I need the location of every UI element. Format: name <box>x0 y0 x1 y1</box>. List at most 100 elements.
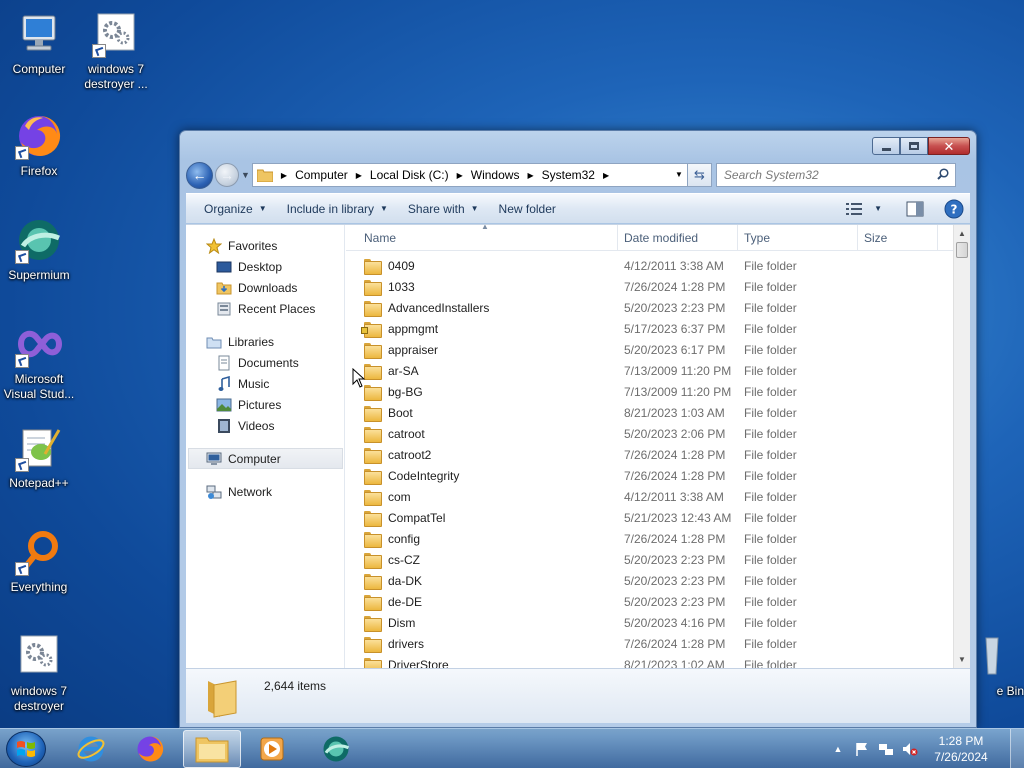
desktop-icon-everything[interactable]: Everything <box>1 528 77 595</box>
start-button[interactable] <box>6 731 46 767</box>
show-hidden-icons-icon[interactable]: ▲ <box>830 741 846 757</box>
nav-computer[interactable]: Computer <box>188 448 343 469</box>
refresh-button[interactable]: ⇆ <box>687 163 712 187</box>
change-view-button[interactable]: ▼ <box>846 202 882 216</box>
new-folder-button[interactable]: New folder <box>489 194 566 223</box>
desktop-icon-visual-studio[interactable]: Microsoft Visual Stud... <box>1 320 77 402</box>
file-row[interactable]: bg-BG 7/13/2009 11:20 PM File folder <box>346 381 953 402</box>
breadcrumb-separator-icon[interactable]: ▶ <box>457 171 463 180</box>
file-row[interactable]: de-DE 5/20/2023 2:23 PM File folder <box>346 591 953 612</box>
search-input[interactable] <box>716 164 927 186</box>
desktop-icon-windows7-destroyer-shortcut[interactable]: windows 7 destroyer ... <box>78 10 154 92</box>
file-row[interactable]: cs-CZ 5/20/2023 2:23 PM File folder <box>346 549 953 570</box>
address-history-dropdown-icon[interactable]: ▼ <box>675 170 683 179</box>
taskbar-media-player[interactable] <box>243 730 301 768</box>
scroll-up-arrow-icon[interactable]: ▲ <box>954 225 970 242</box>
back-button[interactable]: ← <box>186 161 213 189</box>
explorer-window[interactable]: ✕ ← → ▼ ▶ Computer ▶ Local Disk (C:) ▶ W… <box>179 130 977 728</box>
view-dropdown-icon[interactable]: ▼ <box>874 204 882 213</box>
file-row[interactable]: Boot 8/21/2023 1:03 AM File folder <box>346 402 953 423</box>
nav-desktop[interactable]: Desktop <box>186 256 344 277</box>
nav-libraries[interactable]: Libraries <box>186 331 344 352</box>
file-row[interactable]: CompatTel 5/21/2023 12:43 AM File folder <box>346 507 953 528</box>
forward-button[interactable]: → <box>215 163 239 187</box>
action-center-flag-icon[interactable] <box>854 741 870 757</box>
close-button[interactable]: ✕ <box>928 137 970 155</box>
show-desktop-button[interactable] <box>1010 729 1024 768</box>
desktop-icon <box>216 261 232 272</box>
file-name: config <box>388 531 421 546</box>
file-row[interactable]: Dism 5/20/2023 4:16 PM File folder <box>346 612 953 633</box>
file-row[interactable]: com 4/12/2011 3:38 AM File folder <box>346 486 953 507</box>
shortcut-arrow-icon <box>92 44 106 58</box>
file-date-modified: 5/20/2023 2:23 PM <box>624 594 726 609</box>
vertical-scrollbar[interactable]: ▲ ▼ <box>953 225 970 668</box>
file-row[interactable]: da-DK 5/20/2023 2:23 PM File folder <box>346 570 953 591</box>
close-icon: ✕ <box>943 138 955 154</box>
gear-app-icon <box>15 632 63 680</box>
search-box[interactable] <box>715 163 956 187</box>
nav-downloads[interactable]: Downloads <box>186 277 344 298</box>
desktop-icon-windows7-destroyer[interactable]: windows 7 destroyer <box>1 632 77 714</box>
desktop-icon-computer[interactable]: Computer <box>1 10 77 77</box>
scroll-down-arrow-icon[interactable]: ▼ <box>954 651 970 668</box>
svg-text:?: ? <box>951 202 958 216</box>
file-row[interactable]: 1033 7/26/2024 1:28 PM File folder <box>346 276 953 297</box>
breadcrumb-local-disk[interactable]: Local Disk (C:) <box>370 168 449 182</box>
folder-icon <box>364 279 382 296</box>
volume-muted-icon[interactable] <box>902 741 918 757</box>
include-in-library-menu[interactable]: Include in library ▼ <box>277 194 398 223</box>
breadcrumb-separator-icon[interactable]: ▶ <box>356 171 362 180</box>
desktop-icon-firefox[interactable]: Firefox <box>1 112 77 179</box>
minimize-button[interactable] <box>872 137 900 155</box>
taskbar-windows-explorer[interactable] <box>183 730 241 768</box>
file-row[interactable]: catroot 5/20/2023 2:06 PM File folder <box>346 423 953 444</box>
file-row[interactable]: drivers 7/26/2024 1:28 PM File folder <box>346 633 953 654</box>
desktop-icon-supermium[interactable]: Supermium <box>1 216 77 283</box>
preview-pane-icon[interactable] <box>906 201 924 217</box>
taskbar-internet-explorer[interactable] <box>62 730 120 768</box>
search-icon[interactable] <box>937 168 949 180</box>
nav-favorites[interactable]: Favorites <box>186 235 344 256</box>
file-row[interactable]: ar-SA 7/13/2009 11:20 PM File folder <box>346 360 953 381</box>
nav-network[interactable]: Network <box>186 481 344 502</box>
taskbar-clock[interactable]: 1:28 PM 7/26/2024 <box>926 733 996 765</box>
nav-pictures[interactable]: Pictures <box>186 394 344 415</box>
nav-label: Downloads <box>238 280 298 295</box>
refresh-icon: ⇆ <box>693 167 705 182</box>
share-with-menu[interactable]: Share with ▼ <box>398 194 489 223</box>
scrollbar-thumb[interactable] <box>956 242 968 258</box>
nav-music[interactable]: Music <box>186 373 344 394</box>
organize-menu[interactable]: Organize ▼ <box>194 194 277 223</box>
breadcrumb-system32[interactable]: System32 <box>542 168 595 182</box>
file-name-cell: de-DE <box>346 594 618 611</box>
file-row[interactable]: DriverStore 8/21/2023 1:02 AM File folder <box>346 654 953 668</box>
file-row[interactable]: 0409 4/12/2011 3:38 AM File folder <box>346 255 953 276</box>
recent-pages-dropdown[interactable]: ▼ <box>241 170 250 180</box>
nav-documents[interactable]: Documents <box>186 352 344 373</box>
column-header-size[interactable]: Size <box>858 225 938 250</box>
file-date-modified: 5/20/2023 6:17 PM <box>624 342 726 357</box>
file-row[interactable]: appmgmt 5/17/2023 6:37 PM File folder <box>346 318 953 339</box>
nav-label: Libraries <box>228 334 275 349</box>
breadcrumb-computer[interactable]: Computer <box>295 168 348 182</box>
file-row[interactable]: config 7/26/2024 1:28 PM File folder <box>346 528 953 549</box>
breadcrumb-separator-icon[interactable]: ▶ <box>603 171 609 180</box>
desktop-icon-notepadpp[interactable]: Notepad++ <box>1 424 77 491</box>
network-status-icon[interactable] <box>878 741 894 757</box>
column-header-type[interactable]: Type <box>738 225 858 250</box>
taskbar-supermium[interactable] <box>307 730 365 768</box>
nav-recent-places[interactable]: Recent Places <box>186 298 344 319</box>
file-row[interactable]: catroot2 7/26/2024 1:28 PM File folder <box>346 444 953 465</box>
nav-videos[interactable]: Videos <box>186 415 344 436</box>
address-bar[interactable]: ▶ Computer ▶ Local Disk (C:) ▶ Windows ▶… <box>251 163 688 187</box>
maximize-button[interactable] <box>900 137 928 155</box>
breadcrumb-windows[interactable]: Windows <box>471 168 520 182</box>
file-row[interactable]: appraiser 5/20/2023 6:17 PM File folder <box>346 339 953 360</box>
column-header-date-modified[interactable]: Date modified <box>618 225 738 250</box>
file-row[interactable]: AdvancedInstallers 5/20/2023 2:23 PM File … <box>346 297 953 318</box>
taskbar-firefox[interactable] <box>121 730 179 768</box>
file-row[interactable]: CodeIntegrity 7/26/2024 1:28 PM File folde… <box>346 465 953 486</box>
help-icon[interactable]: ? <box>944 199 964 219</box>
breadcrumb-separator-icon[interactable]: ▶ <box>527 171 533 180</box>
